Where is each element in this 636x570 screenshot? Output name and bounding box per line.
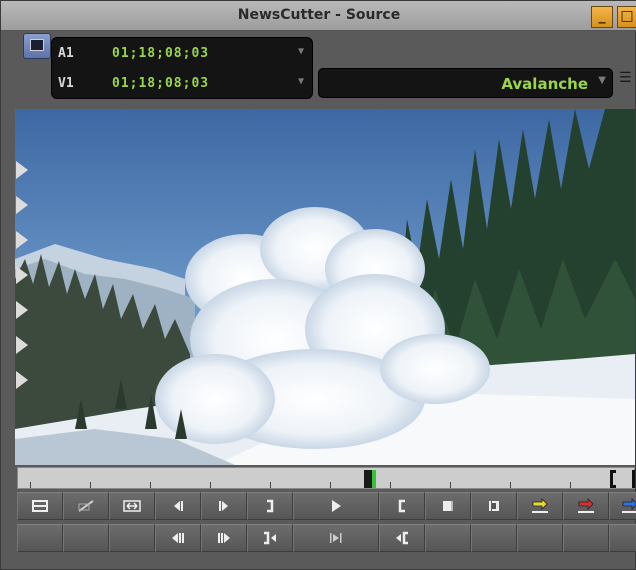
lift-icon xyxy=(622,498,636,513)
mark-out-button[interactable] xyxy=(247,492,293,520)
go-to-out-button[interactable] xyxy=(471,492,517,520)
timeline-tick xyxy=(390,482,391,488)
timecode-row[interactable]: V1 01;18;08;03 ▼ xyxy=(52,72,312,98)
mark-in-button[interactable] xyxy=(379,492,425,520)
overwrite-button[interactable] xyxy=(563,492,609,520)
track-label: V1 xyxy=(58,76,74,91)
clip-menu-icon[interactable]: ☰ xyxy=(619,70,635,88)
go-to-mark-in-button[interactable] xyxy=(379,524,425,552)
timeline-tick xyxy=(570,482,571,488)
mark-clip-icon xyxy=(78,500,94,512)
clip-name-menu[interactable]: Avalanche ▼ xyxy=(318,68,613,98)
dropdown-arrow-icon[interactable]: ▼ xyxy=(598,75,606,86)
window-title: NewsCutter - Source xyxy=(237,7,401,23)
go-to-out-point-icon xyxy=(264,531,276,545)
go-to-mark-in-icon xyxy=(396,531,408,545)
overwrite-icon xyxy=(578,498,594,513)
empty-button[interactable] xyxy=(563,524,609,552)
control-row-2 xyxy=(17,524,636,552)
play-in-to-out-button[interactable] xyxy=(293,524,379,552)
mark-clip-button[interactable] xyxy=(63,492,109,520)
marker-icon[interactable] xyxy=(16,231,28,249)
empty-button[interactable] xyxy=(109,524,155,552)
empty-button[interactable] xyxy=(425,524,471,552)
video-frame[interactable] xyxy=(15,109,635,465)
timeline-tick xyxy=(450,482,451,488)
dropdown-arrow-icon[interactable]: ▼ xyxy=(298,76,304,87)
timeline-tick xyxy=(330,482,331,488)
splice-in-icon xyxy=(532,498,548,513)
position-bar[interactable] xyxy=(17,467,635,489)
control-row-1 xyxy=(17,492,636,520)
splice-in-button[interactable] xyxy=(517,492,563,520)
timecode-value: 01;18;08;03 xyxy=(112,46,210,61)
step-forward-one-frame-icon xyxy=(219,501,228,511)
marker-icon[interactable] xyxy=(16,196,28,214)
timeline-tick xyxy=(270,482,271,488)
dropdown-arrow-icon[interactable]: ▼ xyxy=(298,46,304,57)
mark-out-indicator xyxy=(632,470,635,488)
timeline-tick xyxy=(510,482,511,488)
empty-button[interactable] xyxy=(17,524,63,552)
lift-button[interactable] xyxy=(609,492,636,520)
go-to-in-button[interactable] xyxy=(425,492,471,520)
play-button[interactable] xyxy=(293,492,379,520)
timeline-tick xyxy=(90,482,91,488)
go-to-in-icon xyxy=(443,501,453,511)
marker-icon[interactable] xyxy=(16,336,28,354)
timeline-tick xyxy=(150,482,151,488)
marker-icon[interactable] xyxy=(16,301,28,319)
fit-to-window-icon xyxy=(123,500,141,512)
position-indicator[interactable] xyxy=(364,470,376,488)
empty-button[interactable] xyxy=(517,524,563,552)
locator-markers xyxy=(16,161,36,401)
marker-icon[interactable] xyxy=(16,371,28,389)
step-back-one-frame-button[interactable] xyxy=(155,492,201,520)
mark-out-icon xyxy=(267,499,274,513)
fit-to-window-button[interactable] xyxy=(109,492,155,520)
empty-button[interactable] xyxy=(471,524,517,552)
step-forward-ten-frames-button[interactable] xyxy=(201,524,247,552)
minimize-button[interactable]: _ xyxy=(591,6,613,28)
avalanche-frame-image xyxy=(15,109,635,465)
timecode-row[interactable]: A1 01;18;08;03 ▼ xyxy=(52,42,312,68)
marker-icon[interactable] xyxy=(16,161,28,179)
step-back-one-frame-icon xyxy=(174,501,183,511)
go-to-out-icon xyxy=(489,501,499,511)
make-subclip-icon xyxy=(32,500,48,512)
step-back-ten-frames-icon xyxy=(172,533,184,543)
mark-in-icon xyxy=(398,499,405,513)
monitor-icon[interactable] xyxy=(23,33,51,59)
step-forward-one-frame-button[interactable] xyxy=(201,492,247,520)
timeline-tick xyxy=(30,482,31,488)
empty-button[interactable] xyxy=(63,524,109,552)
play-icon xyxy=(332,500,341,512)
track-label: A1 xyxy=(58,46,74,61)
mark-in-indicator xyxy=(610,470,616,488)
timecode-value: 01;18;08;03 xyxy=(112,76,210,91)
play-in-to-out-icon xyxy=(330,533,342,543)
go-to-out-point-button[interactable] xyxy=(247,524,293,552)
step-forward-ten-frames-icon xyxy=(218,533,230,543)
step-back-ten-frames-button[interactable] xyxy=(155,524,201,552)
maximize-button[interactable]: □ xyxy=(617,6,636,28)
timeline-tick xyxy=(210,482,211,488)
timecode-display[interactable]: A1 01;18;08;03 ▼ V1 01;18;08;03 ▼ xyxy=(51,37,313,99)
make-subclip-button[interactable] xyxy=(17,492,63,520)
empty-button[interactable] xyxy=(609,524,636,552)
source-monitor-window: NewsCutter - Source _ □ A1 01;18;08;03 ▼… xyxy=(0,0,636,570)
marker-icon[interactable] xyxy=(16,266,28,284)
clip-name: Avalanche xyxy=(501,75,588,93)
title-bar[interactable]: NewsCutter - Source _ □ xyxy=(1,1,636,31)
